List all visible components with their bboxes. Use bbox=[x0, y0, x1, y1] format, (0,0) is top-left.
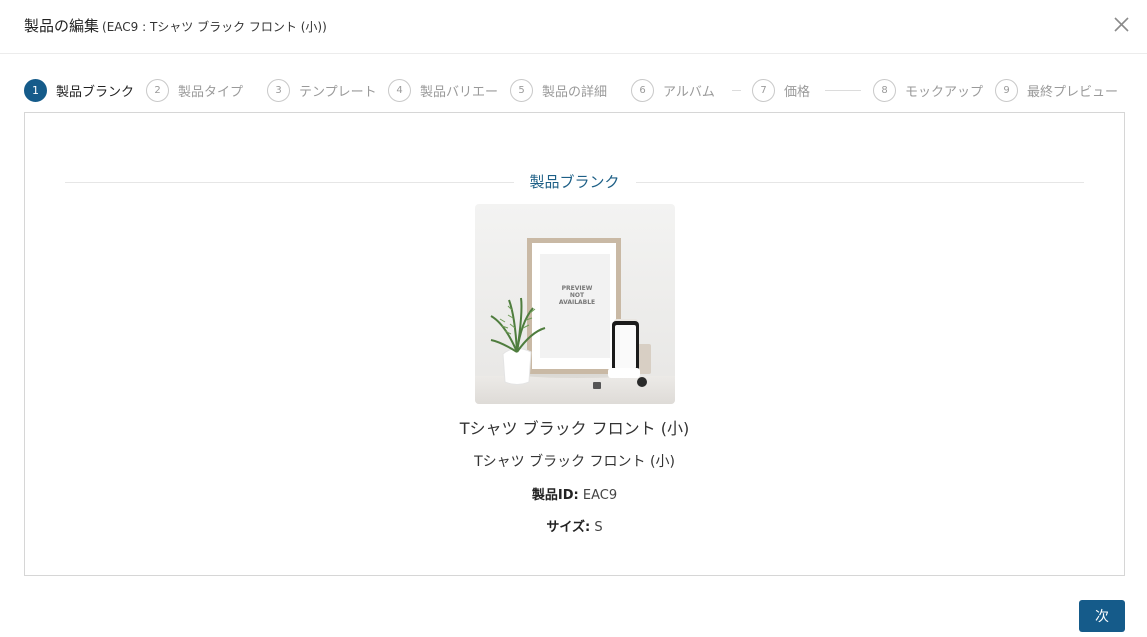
step-progress: 1 製品ブランク 2 製品タイプ 3 テンプレート 4 製品バリエーション 5 … bbox=[24, 78, 1125, 102]
step-number: 7 bbox=[752, 78, 775, 102]
step-number: 3 bbox=[267, 78, 290, 102]
step-label: アルバム bbox=[663, 84, 715, 100]
step-label: テンプレート bbox=[299, 84, 377, 100]
section-header: 製品ブランク bbox=[65, 171, 1084, 193]
step-6[interactable]: 6 アルバム bbox=[631, 78, 733, 102]
product-subname: Tシャツ ブラック フロント (小) bbox=[474, 454, 675, 470]
section-title: 製品ブランク bbox=[513, 171, 636, 192]
step-label: 製品バリエーション bbox=[420, 84, 498, 100]
svg-text:NOT: NOT bbox=[570, 292, 585, 299]
step-8[interactable]: 8 モックアップ bbox=[873, 78, 983, 102]
svg-text:PREVIEW: PREVIEW bbox=[562, 285, 593, 292]
size-label: サイズ: bbox=[546, 520, 591, 535]
modal-header: 製品の編集 (EAC9 : Tシャツ ブラック フロント (小)) bbox=[0, 0, 1147, 54]
step-2[interactable]: 2 製品タイプ bbox=[146, 78, 268, 102]
product-name: Tシャツ ブラック フロント (小) bbox=[459, 419, 690, 438]
close-icon bbox=[1114, 17, 1129, 32]
step-number: 9 bbox=[995, 78, 1018, 102]
size-value: S bbox=[594, 520, 603, 535]
product-id-value: EAC9 bbox=[582, 488, 618, 503]
step-number: 8 bbox=[873, 78, 896, 102]
product-id-label: 製品ID: bbox=[531, 488, 579, 503]
step-9[interactable]: 9 最終プレビュー bbox=[995, 78, 1125, 102]
step-number: 6 bbox=[631, 78, 654, 102]
step-label: 製品ブランク bbox=[56, 84, 134, 100]
step-number: 2 bbox=[146, 78, 169, 102]
size-row: サイズ: S bbox=[25, 516, 1124, 535]
close-button[interactable] bbox=[1112, 15, 1132, 35]
product-image: PREVIEW NOT AVAILABLE bbox=[475, 204, 675, 404]
next-button[interactable]: 次 bbox=[1079, 600, 1125, 632]
step-number: 1 bbox=[24, 78, 47, 102]
step-7[interactable]: 7 価格 bbox=[752, 78, 824, 102]
step-label: 最終プレビュー bbox=[1027, 84, 1119, 100]
product-id-row: 製品ID: EAC9 bbox=[25, 484, 1124, 503]
step-connector bbox=[732, 90, 741, 91]
modal-title: 製品の編集 (EAC9 : Tシャツ ブラック フロント (小)) bbox=[24, 15, 327, 36]
step-label: 製品タイプ bbox=[178, 84, 244, 100]
step-connector bbox=[825, 90, 861, 91]
step-4[interactable]: 4 製品バリエーション bbox=[388, 78, 498, 102]
product-blank-panel: 製品ブランク PREVIEW NOT AVAILABLE Tシャツ ブラック フ… bbox=[24, 112, 1125, 576]
step-number: 5 bbox=[510, 78, 533, 102]
svg-text:AVAILABLE: AVAILABLE bbox=[559, 299, 595, 306]
modal-title-text: 製品の編集 bbox=[24, 17, 100, 35]
step-label: 製品の詳細 bbox=[542, 84, 608, 100]
step-number: 4 bbox=[388, 78, 411, 102]
step-1[interactable]: 1 製品ブランク bbox=[24, 78, 134, 102]
step-label: 価格 bbox=[784, 84, 811, 100]
product-mockup-image: PREVIEW NOT AVAILABLE bbox=[475, 204, 675, 404]
step-5[interactable]: 5 製品の詳細 bbox=[510, 78, 620, 102]
step-3[interactable]: 3 テンプレート bbox=[267, 78, 377, 102]
modal-subtitle: (EAC9 : Tシャツ ブラック フロント (小)) bbox=[102, 20, 327, 34]
step-label: モックアップ bbox=[905, 84, 983, 100]
